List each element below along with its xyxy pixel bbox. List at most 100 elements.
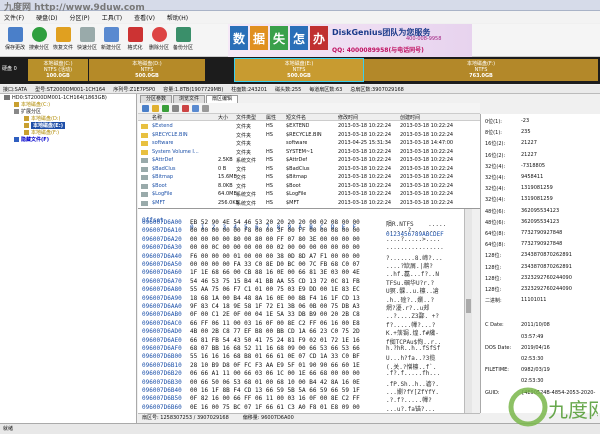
interp-value[interactable]: 2011/10/08 [521,322,550,328]
interp-value[interactable]: 2343870870262891 [521,264,572,270]
hex-row[interactable]: 096007D6B10 28 10 B9 D8 0F FC F3 AA E9 5F… [138,362,464,371]
tree-item-f[interactable]: 本地磁盘(F:) [0,129,136,136]
hex-row[interactable]: 096007D6B40 00 16 1F 8B F4 CD 13 66 59 5B… [138,387,464,396]
file-name: software [152,140,174,146]
tree-item-disk[interactable]: HD0:ST2000DM001-1CH164(1863GB) [0,94,136,101]
menu-partition[interactable]: 分区(P) [69,13,89,22]
interp-value[interactable]: 21227 [521,152,537,158]
quick-partition-button[interactable]: 快速分区 [75,24,99,57]
save-button[interactable]: 保存更改 [3,24,27,57]
tree-item-e[interactable]: 本地磁盘(E:) [0,122,136,129]
file-row[interactable]: $Extend 文件夹 HS $EXTEND 2013-03-18 10:22:24 20… [138,123,480,130]
scroll-thumb[interactable] [466,299,471,313]
partition-block-selected[interactable]: 本地磁盘(E:) NTFS 500.0GB [234,58,364,82]
interp-value[interactable]: 1319081259 [521,185,553,191]
hex-row[interactable]: 096007D6AB0 0F 00 C1 2E 0F 00 04 1E 5A 33… [138,311,464,320]
tab-browse-files[interactable]: 浏览文件 [173,95,206,103]
interp-value[interactable]: 02:53:30 [521,356,543,362]
file-row[interactable]: $RECYCLE.BIN 文件夹 HS $RECYCLE.BIN 2013-03-18 … [138,132,480,139]
hex-row[interactable]: 096007D6A90 18 68 1A 00 B4 48 8A 16 0E 00… [138,295,464,304]
hex-row[interactable]: 096007D6AE0 66 81 FB 54 43 50 41 75 24 81… [138,337,464,346]
tree-item-extended[interactable]: 扩展分区 [0,108,136,115]
delete-partition-button[interactable]: 删除分区 [147,24,171,57]
hex-bytes: 55 16 16 16 68 B8 01 66 61 0E 07 CD 1A 3… [190,353,360,361]
interp-value[interactable]: 2323292760244090 [521,275,572,281]
file-row[interactable]: $LogFile 64.0MB 系统文件 HS $LogFile 2013-03-18 1… [138,191,480,198]
interp-value[interactable]: -23 [521,118,529,124]
hex-row[interactable]: 096007D6A70 54 46 53 75 15 B4 41 BB AA 55… [138,278,464,287]
hex-row[interactable]: 096007D6AA0 9F 83 C4 18 9E 58 1F 72 E1 3B… [138,303,464,312]
interp-value[interactable]: 11101011 [521,297,546,303]
file-row[interactable]: $Bitmap 15.6MB 文件 HS $Bitmap 2013-03-18 10:22… [138,174,480,181]
interp-value[interactable]: 2323292760244090 [521,286,572,292]
menu-file[interactable]: 文件(F) [4,13,24,22]
tree-item-c[interactable]: 本地磁盘(C:) [0,101,136,108]
hex-row[interactable]: 096007D6A30 00 00 0C 00 00 00 00 00 02 00… [138,244,464,252]
hex-row[interactable]: 096007D6A40 F6 00 00 00 01 00 00 00 38 0D… [138,252,464,262]
partition-block[interactable]: 本地磁盘(C:) NTFS (活动) 100.0GB [28,59,88,81]
hex-row[interactable]: 096007D6A00 EB 52 90 4E 54 46 53 20 20 20… [138,219,464,228]
tree-item-d[interactable]: 本地磁盘(D:) [0,115,136,122]
tab-sector-editor[interactable]: 扇区编辑 [206,95,239,103]
menu-help[interactable]: 帮助(H) [167,13,188,22]
refresh-icon[interactable] [162,104,169,112]
file-type: 文件 [236,175,247,181]
hex-off: 096007D6A80 [142,286,182,294]
interp-value[interactable]: 2343870870262891 [521,252,572,258]
view-icon[interactable] [172,104,179,112]
hex-row[interactable]: 096007D6B30 00 66 50 06 53 68 01 00 68 10… [138,379,464,388]
file-row[interactable]: $AttrDef 2.5KB 系统文件 HS $AttrDef 2013-03-18 10… [138,157,480,164]
hex-row[interactable]: 096007D6AD0 4B 00 2B C8 77 EF B8 00 BB CD… [138,328,464,337]
hex-row[interactable]: 096007D6A60 1F 1E 68 66 00 CB 88 16 0E 00… [138,269,464,278]
ad-banner[interactable]: 数 据 失 怎 办 DiskGenius团队为您服务 400-008-9958 … [228,24,472,57]
hex-row[interactable]: 096007D6AF0 68 07 BB 16 68 52 11 16 68 09… [138,345,464,353]
up-folder-icon[interactable] [152,104,159,112]
interp-value[interactable]: 0982/03/19 [521,367,550,373]
interp-value[interactable]: 1319081259 [521,196,553,202]
hex-row[interactable]: 096007D6B00 55 16 16 16 68 B8 01 66 61 0E… [138,353,464,362]
hex-row[interactable]: 096007D6A10 00 00 00 00 00 F8 00 00 3F 00… [138,227,464,235]
menu-view[interactable]: 查看(V) [134,13,155,22]
hex-bytes: F6 00 00 00 01 00 00 00 38 0D 8D A7 F1 0… [190,252,360,260]
file-row[interactable]: $BadClus 0 B 文件 HS $BadClus 2013-03-18 10:22:… [138,166,480,173]
file-attr: HS [266,123,273,129]
hex-row[interactable]: 096007D6B60 0E 16 00 75 BC 07 1F 66 61 C3… [138,404,464,413]
hex-row[interactable]: 096007D6B50 0F 82 16 00 66 FF 06 11 00 03… [138,395,464,404]
settings-icon[interactable] [202,104,209,112]
file-row[interactable]: software 文件夹 software 2013-04-25 15:31:34 20… [138,140,480,147]
hex-row[interactable]: 096007D6A20 00 00 00 00 80 00 80 00 FF 07… [138,236,464,244]
file-row[interactable]: $Boot 8.0KB 文件 HS $Boot 2013-03-18 10:22:24 20… [138,183,480,190]
recover-files-button[interactable]: 恢复文件 [51,24,75,57]
filter-icon[interactable] [182,104,189,112]
tree-item-hidden[interactable]: 隐藏文件(F) [0,136,136,143]
new-partition-button[interactable]: 新建分区 [99,24,123,57]
copy-icon[interactable] [192,104,199,112]
interp-value[interactable]: 03:57:49 [521,334,543,340]
interp-value[interactable]: 7732790927848 [521,230,562,236]
backup-partition-button[interactable]: 备份分区 [171,24,195,57]
interp-value[interactable]: 362095534123 [521,208,559,214]
interp-value[interactable]: 9458411 [521,174,543,180]
hex-row[interactable]: 096007D6AC0 66 FF 06 11 00 03 16 0F 00 8E… [138,320,464,329]
interp-value[interactable]: 21227 [521,140,537,146]
hex-row[interactable]: 096007D6A80 55 AA 75 06 F7 C1 01 00 75 03… [138,286,464,295]
back-icon[interactable] [142,104,149,112]
menu-disk[interactable]: 硬盘(D) [36,13,57,22]
interp-value[interactable]: 7732790927848 [521,241,562,247]
file-row[interactable]: $MFT 256.0KB 系统文件 HS $MFT 2013-03-18 10:22:24… [138,200,480,207]
tab-partition-params[interactable]: 分区参数 [140,95,173,103]
interp-value[interactable]: 2019/04/16 [521,345,550,351]
hex-row[interactable]: 096007D6A50 00 00 00 00 FA 33 C0 8E D0 BC… [138,261,464,270]
hex-editor[interactable]: Offset 0 1 2 3 4 5 6 7 8 9 A B C D E F 0… [138,209,464,413]
search-partition-button[interactable]: 搜索分区 [27,24,51,57]
hex-scrollbar[interactable] [464,209,472,413]
interp-value[interactable]: 362095534123 [521,219,559,225]
file-row[interactable]: System Volume I... 文件夹 HS SYSTEM~1 2013-03-1… [138,149,480,156]
hex-row[interactable]: 096007D6B20 06 66 A1 11 00 66 03 06 1C 00… [138,370,464,378]
partition-block[interactable]: 本地磁盘(D:) NTFS 500.0GB [89,59,205,81]
format-button[interactable]: 格式化 [123,24,147,57]
menu-tools[interactable]: 工具(T) [102,13,122,22]
interp-value[interactable]: 235 [521,129,531,135]
interp-value[interactable]: -7318805 [521,163,545,169]
partition-block[interactable]: 本地磁盘(F:) NTFS 763.0GB [364,59,598,81]
